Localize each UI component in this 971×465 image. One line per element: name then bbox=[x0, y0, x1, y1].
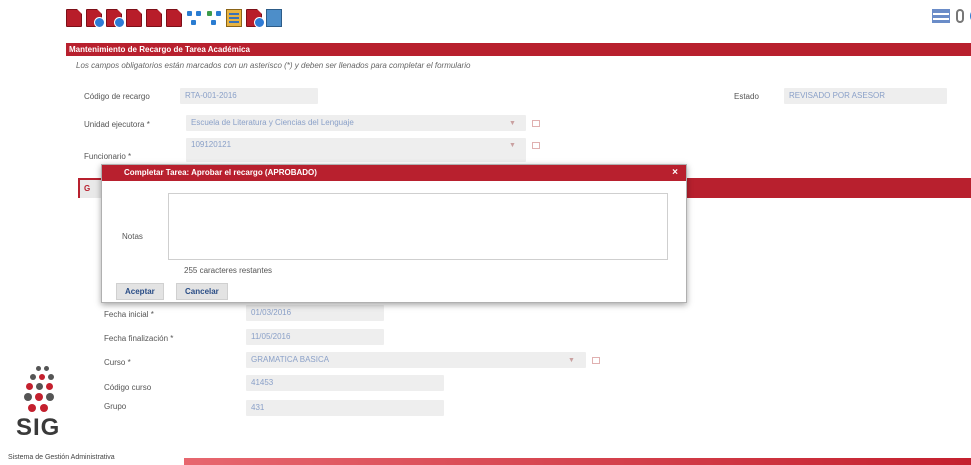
estado-field[interactable]: REVISADO POR ASESOR bbox=[784, 88, 947, 104]
document-add-icon[interactable] bbox=[246, 9, 265, 28]
notes-label: Notas bbox=[122, 232, 143, 241]
spreadsheet-icon[interactable] bbox=[226, 9, 242, 27]
funcionario-label: Funcionario * bbox=[84, 152, 132, 161]
fecha-finalizacion-label: Fecha finalización * bbox=[104, 334, 174, 343]
document-icon[interactable] bbox=[66, 9, 82, 27]
toolbar bbox=[66, 6, 282, 30]
footer-bar bbox=[184, 458, 971, 465]
toolbar-right: ? bbox=[932, 8, 971, 24]
chevron-down-icon[interactable]: ▼ bbox=[509, 142, 516, 149]
close-icon[interactable]: × bbox=[672, 165, 678, 181]
chevron-down-icon[interactable]: ▼ bbox=[509, 120, 516, 127]
unidad-ejecutora-label: Unidad ejecutora * bbox=[84, 120, 150, 129]
notes-textarea[interactable] bbox=[168, 193, 668, 260]
chevron-down-icon[interactable]: ▼ bbox=[568, 357, 575, 364]
funcionario-select[interactable]: 109120121 bbox=[186, 138, 526, 162]
list-icon[interactable] bbox=[932, 9, 950, 23]
edit-icon[interactable] bbox=[592, 357, 600, 364]
required-fields-info: Los campos obligatorios están marcados c… bbox=[76, 61, 471, 70]
edit-icon[interactable] bbox=[532, 120, 540, 127]
accept-button[interactable]: Aceptar bbox=[116, 283, 164, 300]
codigo-recargo-label: Código de recargo bbox=[84, 92, 150, 101]
unidad-ejecutora-select[interactable]: Escuela de Literatura y Ciencias del Len… bbox=[186, 115, 526, 131]
edit-icon[interactable] bbox=[532, 142, 540, 149]
sig-logo: SIG Sistema de Gestión Administrativa bbox=[8, 362, 178, 465]
grupo-field[interactable]: 431 bbox=[246, 400, 444, 416]
logo-text: SIG bbox=[16, 414, 61, 441]
dialog-header: Completar Tarea: Aprobar el recargo (APR… bbox=[102, 165, 686, 181]
logo-subtitle: Sistema de Gestión Administrativa bbox=[8, 454, 115, 461]
fecha-inicial-label: Fecha inicial * bbox=[104, 310, 154, 319]
fecha-finalizacion-field[interactable]: 11/05/2016 bbox=[246, 329, 384, 345]
fecha-inicial-field[interactable]: 01/03/2016 bbox=[246, 305, 384, 321]
image-icon[interactable] bbox=[266, 9, 282, 27]
network-icon[interactable] bbox=[206, 9, 222, 27]
document-edit-icon[interactable] bbox=[126, 9, 142, 27]
estado-label: Estado bbox=[734, 92, 759, 101]
complete-task-dialog: Completar Tarea: Aprobar el recargo (APR… bbox=[101, 164, 687, 303]
codigo-recargo-field[interactable]: RTA-001-2016 bbox=[180, 88, 318, 104]
attachment-icon[interactable] bbox=[956, 9, 964, 23]
curso-select[interactable]: GRAMATICA BASICA bbox=[246, 352, 586, 368]
page-title: Mantenimiento de Recargo de Tarea Académ… bbox=[66, 43, 971, 56]
cancel-button[interactable]: Cancelar bbox=[176, 283, 228, 300]
document-edit-icon[interactable] bbox=[166, 9, 182, 27]
codigo-curso-field[interactable]: 41453 bbox=[246, 375, 444, 391]
dialog-title: Completar Tarea: Aprobar el recargo (APR… bbox=[124, 168, 317, 177]
characters-remaining: 255 caracteres restantes bbox=[184, 266, 273, 275]
document-add-icon[interactable] bbox=[86, 9, 105, 28]
network-icon[interactable] bbox=[186, 9, 202, 27]
document-add-icon[interactable] bbox=[106, 9, 125, 28]
logo-dots-icon bbox=[22, 366, 62, 416]
document-edit-icon[interactable] bbox=[146, 9, 162, 27]
